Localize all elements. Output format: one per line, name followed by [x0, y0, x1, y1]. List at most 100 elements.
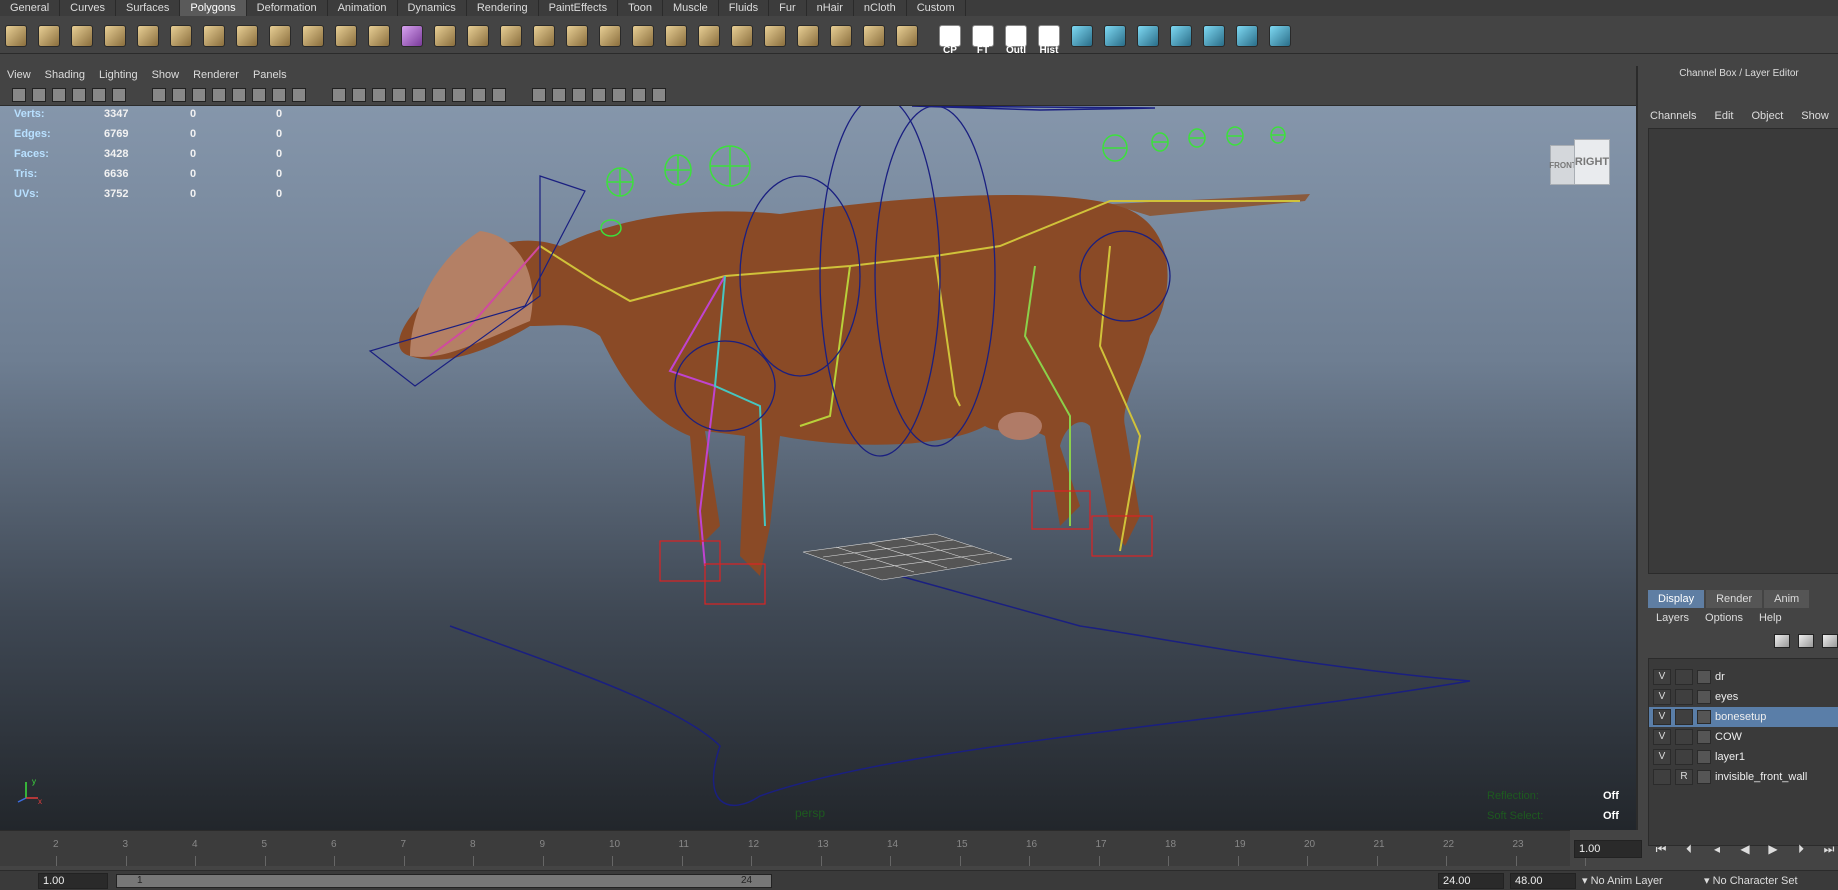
shelf-tab-animation[interactable]: Animation: [328, 0, 398, 16]
view-cube[interactable]: FRONT RIGHT: [1549, 135, 1612, 193]
panel-tool-icon[interactable]: [612, 88, 626, 102]
shelf-tool-icon[interactable]: [398, 22, 426, 50]
layer-visibility-toggle[interactable]: V: [1653, 749, 1671, 765]
panel-tool-icon[interactable]: [372, 88, 386, 102]
panel-tool-icon[interactable]: [92, 88, 106, 102]
shelf-tool-icon[interactable]: [431, 22, 459, 50]
layer-type-toggle[interactable]: [1675, 669, 1693, 685]
layer-color-swatch[interactable]: [1697, 690, 1711, 704]
layer-visibility-toggle[interactable]: V: [1653, 669, 1671, 685]
layer-visibility-toggle[interactable]: V: [1653, 729, 1671, 745]
panel-tool-icon[interactable]: [252, 88, 266, 102]
panel-tool-icon[interactable]: [332, 88, 346, 102]
shelf-tool-icon[interactable]: [2, 22, 30, 50]
shelf-tool-icon[interactable]: [1266, 22, 1294, 50]
shelf-tool-icon[interactable]: [1068, 22, 1096, 50]
layer-color-swatch[interactable]: [1697, 750, 1711, 764]
shelf-tool-icon[interactable]: [596, 22, 624, 50]
shelf-tool-icon[interactable]: [893, 22, 921, 50]
shelf-tool-icon[interactable]: [299, 22, 327, 50]
layer-type-toggle[interactable]: [1675, 689, 1693, 705]
layer-visibility-toggle[interactable]: V: [1653, 689, 1671, 705]
layer-type-toggle[interactable]: [1675, 749, 1693, 765]
go-to-end-button[interactable]: ⏭: [1818, 840, 1838, 858]
shelf-tool-icon[interactable]: Hist: [1035, 22, 1063, 56]
layer-row[interactable]: Vbonesetup: [1649, 707, 1838, 727]
panel-tool-icon[interactable]: [72, 88, 86, 102]
layer-row[interactable]: Vdr: [1649, 667, 1838, 687]
panel-tool-icon[interactable]: [592, 88, 606, 102]
layer-options-icon[interactable]: [1822, 634, 1838, 648]
shelf-tab-deformation[interactable]: Deformation: [247, 0, 328, 16]
panel-tool-icon[interactable]: [392, 88, 406, 102]
shelf-tool-icon[interactable]: [695, 22, 723, 50]
channel-box-area[interactable]: [1648, 128, 1838, 574]
anim-end-field[interactable]: 48.00: [1510, 873, 1576, 889]
shelf-tab-painteffects[interactable]: PaintEffects: [539, 0, 619, 16]
current-time-field[interactable]: 1.00: [1574, 840, 1642, 858]
viewport-persp[interactable]: [0, 106, 1636, 830]
layer-visibility-toggle[interactable]: V: [1653, 709, 1671, 725]
shelf-tool-icon[interactable]: [332, 22, 360, 50]
panel-tool-icon[interactable]: [452, 88, 466, 102]
panel-tool-icon[interactable]: [52, 88, 66, 102]
view-cube-right[interactable]: RIGHT: [1574, 139, 1610, 185]
shelf-tab-fur[interactable]: Fur: [769, 0, 807, 16]
shelf-tool-icon[interactable]: [365, 22, 393, 50]
panel-menu-panels[interactable]: Panels: [246, 69, 294, 81]
panel-tool-icon[interactable]: [492, 88, 506, 102]
tab-anim[interactable]: Anim: [1764, 590, 1810, 608]
shelf-tool-icon[interactable]: [464, 22, 492, 50]
go-to-start-button[interactable]: ⏮: [1650, 840, 1672, 858]
shelf-tool-icon[interactable]: [662, 22, 690, 50]
shelf-tool-icon[interactable]: [1101, 22, 1129, 50]
layer-row[interactable]: Vlayer1: [1649, 747, 1838, 767]
shelf-tool-icon[interactable]: [1134, 22, 1162, 50]
range-slider[interactable]: 1 24: [116, 874, 772, 888]
panel-menu-lighting[interactable]: Lighting: [92, 69, 145, 81]
anim-layer-dropdown[interactable]: ▾ No Anim Layer: [1582, 873, 1678, 889]
play-forward-button[interactable]: ▶: [1762, 840, 1784, 858]
shelf-tool-icon[interactable]: [1167, 22, 1195, 50]
shelf-tool-icon[interactable]: [629, 22, 657, 50]
shelf-tab-fluids[interactable]: Fluids: [719, 0, 770, 16]
layer-visibility-toggle[interactable]: [1653, 769, 1671, 785]
shelf-tool-icon[interactable]: [200, 22, 228, 50]
shelf-tool-icon[interactable]: [563, 22, 591, 50]
shelf-tool-icon[interactable]: [233, 22, 261, 50]
layer-color-swatch[interactable]: [1697, 710, 1711, 724]
layer-row[interactable]: Rinvisible_front_wall: [1649, 767, 1838, 787]
end-time-field[interactable]: 24.00: [1438, 873, 1504, 889]
shelf-tab-toon[interactable]: Toon: [618, 0, 663, 16]
panel-tool-icon[interactable]: [272, 88, 286, 102]
layer-row[interactable]: V COW: [1649, 727, 1838, 747]
shelf-tool-icon[interactable]: [1200, 22, 1228, 50]
shelf-tab-general[interactable]: General: [0, 0, 61, 16]
panel-menu-show[interactable]: Show: [145, 69, 187, 81]
shelf-tab-polygons[interactable]: Polygons: [180, 0, 247, 16]
shelf-tool-icon[interactable]: FT: [969, 22, 997, 56]
shelf-tool-icon[interactable]: [101, 22, 129, 50]
panel-tool-icon[interactable]: [472, 88, 486, 102]
shelf-tool-icon[interactable]: [1233, 22, 1261, 50]
shelf-tool-icon[interactable]: [530, 22, 558, 50]
panel-tool-icon[interactable]: [412, 88, 426, 102]
layer-color-swatch[interactable]: [1697, 730, 1711, 744]
layer-color-swatch[interactable]: [1697, 770, 1711, 784]
channel-box-menu-channels[interactable]: Channels: [1650, 110, 1696, 122]
panel-tool-icon[interactable]: [652, 88, 666, 102]
panel-menu-shading[interactable]: Shading: [38, 69, 92, 81]
panel-tool-icon[interactable]: [572, 88, 586, 102]
layer-menu-help[interactable]: Help: [1759, 612, 1782, 624]
panel-tool-icon[interactable]: [152, 88, 166, 102]
shelf-tool-icon[interactable]: CP: [936, 22, 964, 56]
layer-row[interactable]: Veyes: [1649, 687, 1838, 707]
panel-tool-icon[interactable]: [532, 88, 546, 102]
panel-tool-icon[interactable]: [632, 88, 646, 102]
channel-box-menu-show[interactable]: Show: [1801, 110, 1829, 122]
shelf-tool-icon[interactable]: [794, 22, 822, 50]
step-back-key-button[interactable]: ⏴: [1678, 840, 1700, 858]
shelf-tool-icon[interactable]: [167, 22, 195, 50]
time-slider[interactable]: 23456789101112131415161718192021222324: [0, 830, 1593, 866]
start-time-field[interactable]: 1.00: [38, 873, 108, 889]
